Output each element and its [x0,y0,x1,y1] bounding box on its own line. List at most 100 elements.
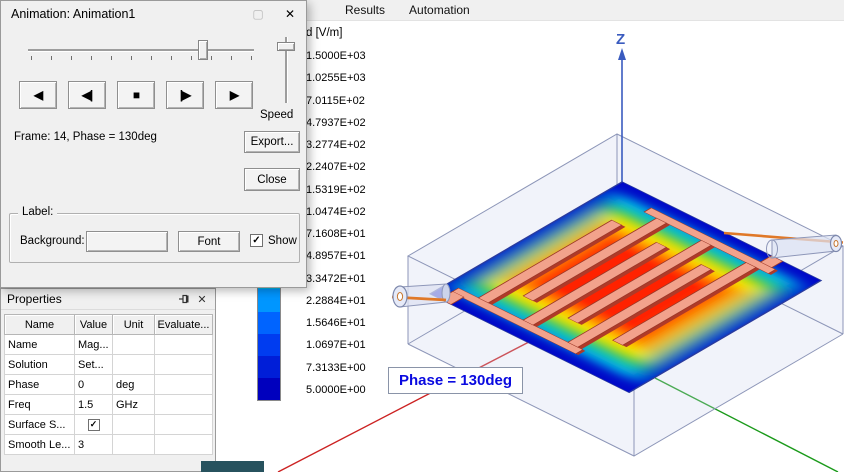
legend-color-segment [258,311,280,334]
slider-tick [111,56,112,60]
property-value[interactable]: 1.5 [74,394,113,415]
speed-slider-thumb[interactable] [277,42,295,51]
slider-tick [71,56,72,60]
legend-labels: 1.5000E+03 1.0255E+03 7.0115E+02 4.7937E+02… [306,45,366,401]
legend-value: 2.2884E+01 [306,294,366,307]
background-label: Background: [20,235,85,247]
play-forward-button[interactable]: ▶ [215,81,253,109]
close-icon[interactable]: ✕ [274,1,306,27]
legend-value: 4.7937E+02 [306,116,366,129]
legend-value: 1.5319E+02 [306,183,366,196]
animation-dialog: Animation: Animation1 ▢ ✕ ◀ ◀| ■ |▶ ▶ Speed … [0,0,307,288]
label-groupbox: Label: Background: Font ✓ Show [9,206,300,263]
slider-tick [211,56,212,60]
show-checkbox-label: Show [268,235,297,247]
legend-color-segment [258,289,280,312]
speed-slider[interactable] [277,37,295,103]
frame-status-text: Frame: 14, Phase = 130deg [14,131,157,143]
menu-items: Results Automation [345,3,470,17]
property-value[interactable]: 0 [74,374,113,395]
slider-tick [151,56,152,60]
property-evaluate [154,354,213,375]
pin-icon[interactable] [175,291,193,308]
legend-color-segment [258,333,280,356]
property-unit[interactable] [112,434,155,455]
application-window: Results Automation Z Phase = 130deg d [V… [0,0,844,472]
property-name: Surface S... [4,414,75,435]
font-button[interactable]: Font [178,231,240,252]
step-back-button[interactable]: ◀| [68,81,106,109]
property-name: Phase [4,374,75,395]
column-header[interactable]: Name [4,314,75,335]
menu-item-automation[interactable]: Automation [409,3,470,17]
column-header[interactable]: Evaluate... [154,314,213,335]
property-value[interactable]: Mag... [74,334,113,355]
property-name: Freq [4,394,75,415]
property-unit[interactable]: GHz [112,394,155,415]
property-row: Smooth Le... 3 [4,434,213,455]
speed-label: Speed [260,109,294,121]
column-header[interactable]: Value [74,314,113,335]
property-unit[interactable]: deg [112,374,155,395]
label-groupbox-title: Label: [18,206,58,218]
property-evaluate [154,394,213,415]
frame-slider[interactable] [28,40,254,60]
property-checkbox[interactable]: ✓ [87,418,100,431]
phase-annotation-label: Phase = 130deg [388,367,523,394]
column-header[interactable]: Unit [112,314,155,335]
property-value[interactable]: Set... [74,354,113,375]
legend-value: 2.2407E+02 [306,161,366,174]
properties-panel-titlebar[interactable]: Properties ✕ [1,289,215,310]
legend-value: 7.3133E+00 [306,361,366,374]
property-row: Solution Set... [4,354,213,375]
property-row: Phase 0 deg [4,374,213,395]
legend-value: 1.5646E+01 [306,317,366,330]
legend-value: 4.8957E+01 [306,250,366,263]
slider-tick [251,56,252,60]
slider-tick [31,56,32,60]
property-evaluate [154,414,213,435]
slider-tick [91,56,92,60]
stop-button[interactable]: ■ [117,81,155,109]
animation-dialog-titlebar[interactable]: Animation: Animation1 ▢ ✕ [1,1,306,27]
property-evaluate [154,334,213,355]
property-value[interactable]: ✓ [74,414,113,435]
menu-item-results[interactable]: Results [345,3,385,17]
property-unit[interactable] [112,354,155,375]
property-unit[interactable] [112,334,155,355]
legend-color-segment [258,355,280,378]
z-axis-arrow [618,48,626,60]
legend-value: 3.2774E+02 [306,139,366,152]
property-name: Solution [4,354,75,375]
close-button[interactable]: Close [244,168,300,191]
legend-value: 7.1608E+01 [306,228,366,241]
slider-tick [131,56,132,60]
legend-value: 5.0000E+00 [306,383,366,396]
property-row: Surface S... ✓ [4,414,213,435]
property-value[interactable]: 3 [74,434,113,455]
export-button[interactable]: Export... [244,131,300,153]
play-reverse-button[interactable]: ◀ [19,81,57,109]
legend-color-segment [258,377,280,400]
properties-header-row: Name Value Unit Evaluate... [4,314,213,335]
maximize-icon: ▢ [252,7,264,21]
property-unit[interactable] [112,414,155,435]
property-name: Name [4,334,75,355]
legend-value: 7.0115E+02 [306,94,365,107]
animation-dialog-title: Animation: Animation1 [11,7,136,21]
slider-tick [191,56,192,60]
legend-header: d [V/m] [306,27,343,39]
step-forward-button[interactable]: |▶ [166,81,204,109]
legend-value: 1.0255E+03 [306,72,366,85]
property-row: Freq 1.5 GHz [4,394,213,415]
properties-panel-title: Properties [7,292,62,306]
property-name: Smooth Le... [4,434,75,455]
background-color-button[interactable] [86,231,168,252]
playback-buttons: ◀ ◀| ■ |▶ ▶ [19,81,253,109]
slider-tick [231,56,232,60]
legend-value: 1.5000E+03 [306,50,366,63]
properties-close-icon[interactable]: ✕ [193,291,211,308]
property-evaluate [154,374,213,395]
background-window-fragment [201,461,264,472]
show-checkbox[interactable]: ✓ [250,234,263,247]
